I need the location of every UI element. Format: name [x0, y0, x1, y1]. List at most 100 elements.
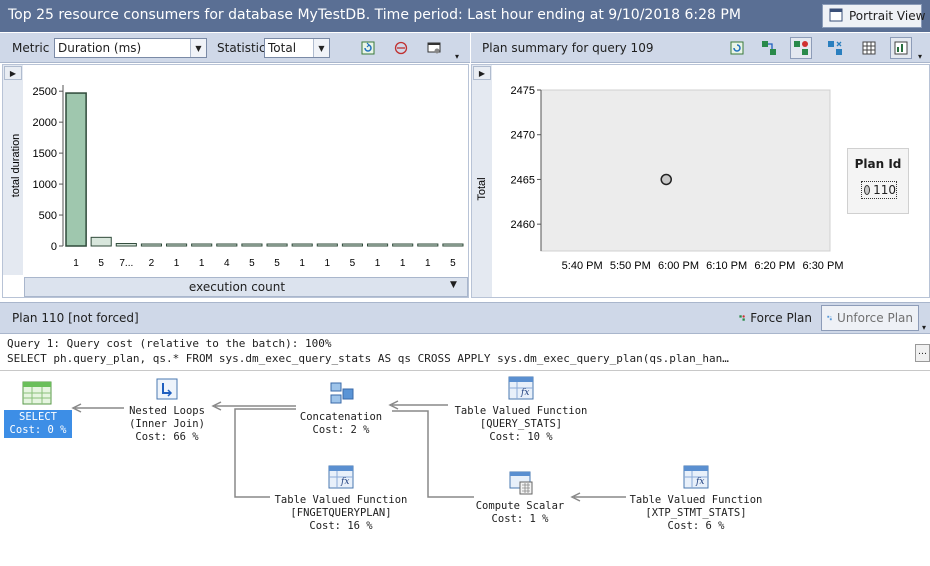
bar: [392, 243, 414, 247]
unforce-plan-icon: [828, 41, 842, 55]
chart-view-button[interactable]: [890, 37, 912, 59]
x-tick-label: 5: [350, 258, 356, 269]
compute-scalar-name: Compute Scalar: [475, 500, 565, 512]
table-function-icon[interactable]: fx: [683, 465, 709, 492]
statistic-value: Total: [268, 41, 297, 55]
nested-loops-node[interactable]: Nested Loops (Inner Join) Cost: 66 %: [110, 405, 224, 444]
refresh-button[interactable]: [357, 37, 379, 59]
svg-text:fx: fx: [520, 388, 529, 398]
x-tick-label: 1: [174, 258, 180, 269]
statistic-dropdown[interactable]: Total ▼: [264, 38, 330, 58]
plan-status-title: Plan 110 [not forced]: [12, 311, 139, 325]
chevron-down-icon: ▼: [313, 39, 329, 57]
tvf-fngetqueryplan-cost: Cost: 16 %: [309, 520, 373, 532]
tvf-fngetqueryplan-object: [FNGETQUERYPLAN]: [290, 507, 392, 519]
refresh-icon: [361, 41, 375, 55]
bar: [367, 243, 389, 247]
y-tick-label: 2465: [511, 174, 535, 186]
legend-marker: [864, 185, 871, 195]
select-node-icon[interactable]: [22, 381, 52, 408]
x-tick-label: 1: [199, 258, 205, 269]
tvf-fngetqueryplan-name: Table Valued Function: [274, 494, 408, 506]
legend-title: Plan Id: [854, 157, 902, 171]
x-tick-label: 6:00 PM: [658, 260, 699, 272]
svg-text:fx: fx: [695, 477, 704, 487]
concatenation-cost: Cost: 2 %: [312, 424, 370, 436]
table-function-icon[interactable]: fx: [508, 376, 534, 403]
force-plan-toolbar-button[interactable]: [790, 37, 812, 59]
metric-dropdown[interactable]: Duration (ms) ▼: [54, 38, 207, 58]
nested-loops-cost: Cost: 66 %: [135, 431, 199, 443]
y-tick-label: 2475: [511, 85, 535, 97]
x-axis-label: execution count: [188, 280, 286, 294]
nested-loops-name: Nested Loops: [129, 405, 205, 417]
x-tick-label: 5: [274, 258, 280, 269]
data-point: [660, 173, 672, 186]
more-button[interactable]: …: [915, 344, 930, 362]
statistic-label: Statistic: [217, 41, 266, 55]
x-tick-label: 4: [224, 258, 230, 269]
select-node[interactable]: SELECT Cost: 0 %: [4, 410, 72, 438]
bar: [140, 243, 162, 247]
grid-view-button[interactable]: [858, 37, 880, 59]
tvf-xtp-stmt-stats-cost: Cost: 6 %: [667, 520, 725, 532]
force-plan-icon: [794, 41, 808, 55]
overflow-icon[interactable]: ▾: [918, 52, 922, 61]
chart-icon: [894, 41, 908, 55]
unforce-plan-icon: [827, 315, 832, 321]
concatenation-icon[interactable]: [329, 381, 355, 410]
compute-scalar-node[interactable]: Compute Scalar Cost: 1 %: [462, 500, 578, 526]
refresh-plan-button[interactable]: [726, 37, 748, 59]
bar: [417, 243, 439, 247]
overflow-icon[interactable]: ▾: [922, 323, 926, 332]
compute-scalar-cost: Cost: 1 %: [491, 513, 549, 525]
tvf-query-stats-cost: Cost: 10 %: [489, 431, 553, 443]
legend-entry-label: 110: [873, 183, 896, 197]
query-sql-line: SELECT ph.query_plan, qs.* FROM sys.dm_e…: [7, 352, 729, 365]
bar: [90, 236, 112, 247]
tvf-xtp-stmt-stats-name: Table Valued Function: [629, 494, 763, 506]
bar: [166, 243, 188, 247]
y-tick-label: 2460: [511, 219, 535, 231]
overflow-icon[interactable]: ▾: [455, 52, 459, 61]
tvf-query-stats-node[interactable]: Table Valued Function [QUERY_STATS] Cost…: [440, 405, 602, 444]
nested-loops-icon[interactable]: [155, 377, 179, 404]
compute-scalar-icon[interactable]: [508, 470, 534, 499]
x-tick-label: 5:40 PM: [562, 260, 603, 272]
bar-chart: 0 500 1000 1500 2000 2500 total duration 1 5 7...…: [10, 85, 464, 269]
table-function-icon[interactable]: fx: [328, 465, 354, 492]
x-tick-label: 6:10 PM: [706, 260, 747, 272]
force-plan-label: Force Plan: [750, 311, 812, 325]
x-tick-label: 1: [400, 258, 406, 269]
unforce-plan-button[interactable]: Unforce Plan: [821, 305, 919, 331]
y-tick-label: 1000: [33, 179, 57, 191]
y-tick-label: 0: [51, 241, 57, 253]
tvf-xtp-stmt-stats-node[interactable]: Table Valued Function [XTP_STMT_STATS] C…: [615, 494, 777, 533]
bar: [442, 243, 464, 247]
concatenation-node[interactable]: Concatenation Cost: 2 %: [285, 411, 397, 437]
chevron-down-icon[interactable]: ▼: [450, 280, 457, 290]
configure-icon: [427, 42, 441, 54]
metric-value: Duration (ms): [58, 41, 142, 55]
force-plan-button[interactable]: Force Plan: [733, 305, 818, 331]
bar: [291, 243, 313, 247]
x-tick-label: 5: [249, 258, 255, 269]
select-node-name: SELECT: [19, 411, 57, 423]
tvf-query-stats-name: Table Valued Function: [454, 405, 588, 417]
x-tick-label: 6:30 PM: [803, 260, 844, 272]
reset-icon: [394, 41, 408, 55]
configure-button[interactable]: [423, 37, 445, 59]
unforce-plan-toolbar-button[interactable]: [824, 37, 846, 59]
tvf-query-stats-object: [QUERY_STATS]: [479, 418, 563, 430]
tvf-fngetqueryplan-node[interactable]: Table Valued Function [FNGETQUERYPLAN] C…: [260, 494, 422, 533]
x-tick-label: 2: [149, 258, 155, 269]
reset-button[interactable]: [390, 37, 412, 59]
portrait-view-button[interactable]: Portrait View: [822, 4, 925, 28]
legend-entry[interactable]: 110: [861, 181, 897, 199]
compare-plans-button[interactable]: [758, 37, 780, 59]
window-title: Top 25 resource consumers for database M…: [8, 7, 741, 23]
metric-label: Metric: [12, 41, 50, 55]
plan-connectors: [71, 400, 626, 502]
bar: [341, 243, 363, 247]
concatenation-name: Concatenation: [299, 411, 383, 423]
